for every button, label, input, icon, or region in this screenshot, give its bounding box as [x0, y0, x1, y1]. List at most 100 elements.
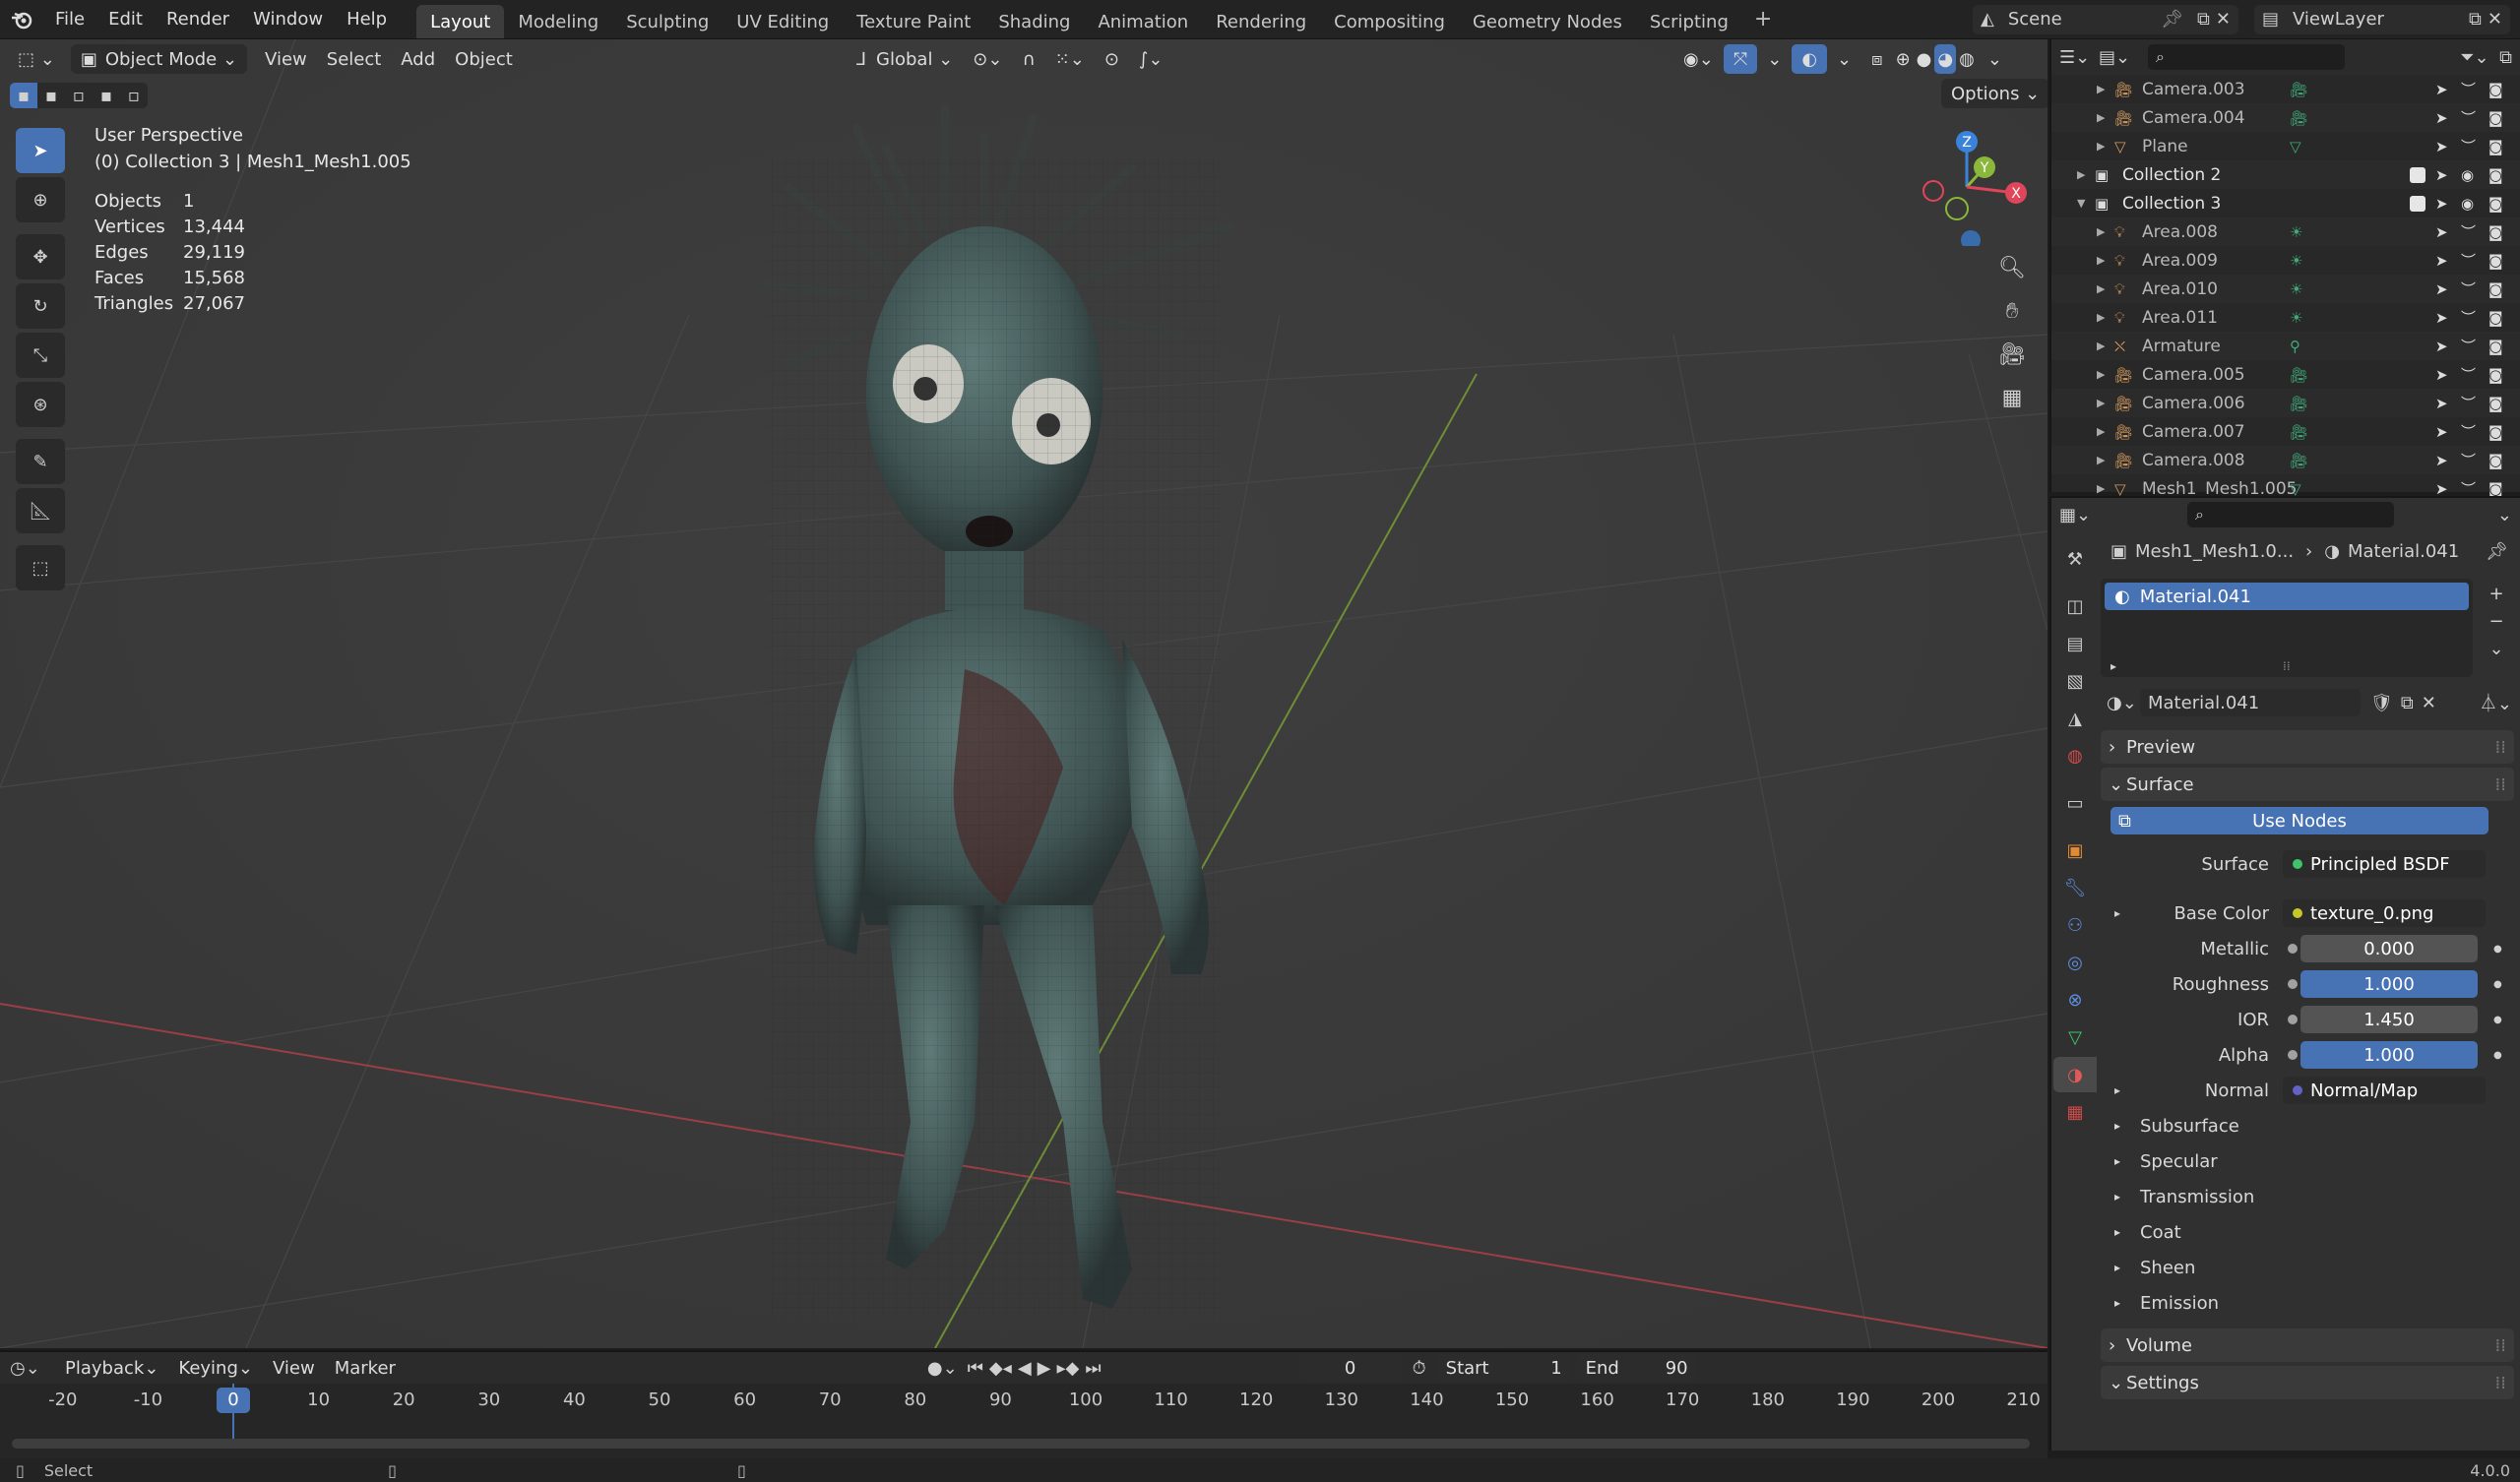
prev-keyframe-icon[interactable]: ◆◂ — [989, 1358, 1012, 1379]
use-nodes-button[interactable]: ⧉ Use Nodes — [2110, 807, 2488, 834]
current-frame-field[interactable]: 0 — [1297, 1354, 1403, 1382]
disclosure-collapsed-icon[interactable]: ▶ — [2097, 83, 2105, 95]
menu-file[interactable]: File — [43, 0, 96, 39]
keyframe-dot-icon[interactable]: ● — [2493, 1050, 2502, 1061]
overlay-toggle[interactable]: ◐ — [1792, 44, 1828, 74]
disclosure-collapsed-icon[interactable]: ▶ — [2097, 140, 2105, 153]
select-arrow-icon[interactable]: ➤ — [2435, 109, 2448, 127]
jump-end-icon[interactable]: ⏭ — [1085, 1358, 1101, 1379]
tool-tab[interactable]: ⚒ — [2053, 541, 2097, 577]
world-tab[interactable]: ◍ — [2053, 738, 2097, 773]
resize-handle-icon[interactable]: ⁞⁞ — [2283, 659, 2291, 673]
material-preview-button[interactable]: ◕ — [1934, 44, 1957, 74]
select-intersect-icon[interactable]: ▫ — [120, 86, 148, 106]
unlink-material-icon[interactable]: ✕ — [2422, 693, 2436, 713]
base-color-field[interactable]: texture_0.png — [2283, 899, 2486, 927]
subpanel-specular[interactable]: ▸ Specular — [2110, 1143, 2514, 1179]
select-arrow-icon[interactable]: ➤ — [2435, 395, 2448, 412]
select-arrow-icon[interactable]: ➤ — [2435, 338, 2448, 355]
wireframe-shading-button[interactable]: ⊕ — [1893, 44, 1914, 74]
timeline-menu-playback[interactable]: Playback ⌄ — [55, 1353, 168, 1383]
hide-eye-icon[interactable]: ︶ — [2461, 278, 2476, 299]
material-name-field[interactable]: Material.041 — [2140, 689, 2361, 716]
outliner-row[interactable]: ▶ 🎥︎ Camera.003 🎥︎ ➤ ︶ ◙ — [2051, 75, 2520, 103]
stopwatch-icon[interactable]: ⏱ — [1413, 1358, 1426, 1379]
overlay-dropdown[interactable]: ⌄ — [1827, 44, 1861, 74]
select-subtract-icon[interactable]: ▫ — [65, 86, 93, 106]
menu-render[interactable]: Render — [155, 0, 241, 39]
workspace-tab-layout[interactable]: Layout — [416, 5, 505, 38]
xray-toggle[interactable]: ⧈ — [1861, 44, 1892, 74]
volume-panel-header[interactable]: › Volume ⁞⁞ — [2101, 1328, 2514, 1362]
surface-panel-header[interactable]: ⌄ Surface ⁞⁞ — [2101, 768, 2514, 801]
render-camera-icon[interactable]: ◙ — [2488, 252, 2503, 270]
hide-eye-icon[interactable]: ︶ — [2461, 393, 2476, 413]
disclosure-collapsed-icon[interactable]: ▶ — [2097, 311, 2105, 324]
mesh-data-icon[interactable]: ▽ — [2290, 480, 2301, 498]
solid-shading-button[interactable]: ● — [1914, 44, 1935, 74]
playhead[interactable]: 0 — [217, 1388, 250, 1413]
hide-eye-icon[interactable]: ︶ — [2461, 364, 2476, 385]
expand-arrow-icon[interactable]: ▸ — [2114, 906, 2120, 920]
camera-data-icon[interactable]: 🎥︎ — [2290, 423, 2308, 441]
proportional-edit-toggle[interactable]: ⊙ — [1095, 44, 1129, 74]
roughness-slider[interactable]: 1.000 — [2300, 970, 2478, 998]
viewport-menu-object[interactable]: Object — [445, 44, 523, 74]
workspace-tab-shading[interactable]: Shading — [984, 5, 1084, 38]
timeline-editor-icon[interactable]: ◷⌄ — [10, 1358, 55, 1379]
editor-type-button[interactable]: ⬚ ⌄ — [8, 44, 65, 74]
workspace-tab-animation[interactable]: Animation — [1084, 5, 1202, 38]
navigation-gizmo[interactable]: Z Y X — [1906, 128, 2028, 250]
include-checkbox[interactable] — [2410, 166, 2426, 183]
subpanel-transmission[interactable]: ▸ Transmission — [2110, 1179, 2514, 1214]
duplicate-material-icon[interactable]: ⧉ — [2401, 693, 2414, 713]
timeline-menu-keying[interactable]: Keying ⌄ — [168, 1353, 263, 1383]
disclosure-collapsed-icon[interactable]: ▶ — [2097, 340, 2105, 352]
disclosure-expanded-icon[interactable]: ▼ — [2077, 197, 2085, 210]
workspace-tab-geometry-nodes[interactable]: Geometry Nodes — [1459, 5, 1636, 38]
move-tool[interactable]: ✥ — [16, 234, 65, 279]
remove-slot-button[interactable]: − — [2479, 611, 2514, 639]
keyframe-dot-icon[interactable]: ● — [2493, 944, 2502, 955]
output-tab[interactable]: ▤ — [2053, 626, 2097, 661]
blender-logo-icon[interactable] — [0, 10, 43, 30]
render-camera-icon[interactable]: ◙ — [2488, 452, 2503, 469]
hide-eye-icon[interactable]: ︶ — [2461, 307, 2476, 328]
light-data-icon[interactable]: ☀︎ — [2290, 252, 2302, 270]
properties-editor-icon[interactable]: ▦⌄ — [2059, 505, 2118, 525]
pin-icon[interactable]: 📌︎ — [2161, 9, 2183, 30]
outliner-row[interactable]: ▶ 💡︎ Area.011 ☀︎ ➤ ︶ ◙ — [2051, 303, 2520, 332]
zoom-icon[interactable]: 🔍︎ — [1992, 246, 2032, 289]
timeline-track[interactable]: -20 -10 10 20 30 40 50 60 70 80 90 100 110 120 130 140 1… — [0, 1384, 2048, 1458]
disclosure-collapsed-icon[interactable]: ▶ — [2097, 425, 2105, 438]
select-arrow-icon[interactable]: ➤ — [2435, 452, 2448, 469]
falloff-button[interactable]: ∫ ⌄ — [1129, 44, 1172, 74]
outliner-row[interactable]: ▶ 💡︎ Area.009 ☀︎ ➤ ︶ ◙ — [2051, 246, 2520, 275]
measure-tool[interactable]: 📐︎ — [16, 488, 65, 533]
ortho-grid-icon[interactable]: ▦ — [1992, 376, 2032, 419]
render-camera-icon[interactable]: ◙ — [2488, 423, 2503, 441]
add-cube-tool[interactable]: ⬚ — [16, 545, 65, 590]
play-reverse-icon[interactable]: ◀ — [1018, 1358, 1032, 1379]
armature-data-icon[interactable]: ⚲ — [2290, 338, 2300, 355]
settings-panel-header[interactable]: ⌄ Settings ⁞⁞ — [2101, 1366, 2514, 1399]
subpanel-subsurface[interactable]: ▸ Subsurface — [2110, 1108, 2514, 1143]
hide-eye-icon[interactable]: ◉ — [2461, 195, 2474, 213]
select-new-icon[interactable]: ▪ — [10, 83, 37, 108]
disclosure-collapsed-icon[interactable]: ▶ — [2077, 168, 2085, 181]
data-tab[interactable]: ▽ — [2053, 1019, 2097, 1055]
select-arrow-icon[interactable]: ➤ — [2435, 280, 2448, 298]
drag-handle-icon[interactable]: ⁞⁞ — [2495, 737, 2506, 758]
disclosure-collapsed-icon[interactable]: ▶ — [2097, 282, 2105, 295]
character-mesh[interactable] — [764, 104, 1234, 1319]
display-mode-icon[interactable]: ▤⌄ — [2099, 47, 2148, 68]
snap-toggle[interactable]: ∩ — [1012, 44, 1044, 74]
render-camera-icon[interactable]: ◙ — [2488, 395, 2503, 412]
pan-hand-icon[interactable]: ✋︎ — [1992, 289, 2032, 333]
camera-data-icon[interactable]: 🎥︎ — [2290, 366, 2308, 384]
camera-data-icon[interactable]: 🎥︎ — [2290, 395, 2308, 412]
hide-eye-icon[interactable]: ◉ — [2461, 166, 2474, 184]
outliner-search-field[interactable]: ⌕ — [2148, 44, 2345, 70]
hide-eye-icon[interactable]: ︶ — [2461, 450, 2476, 470]
material-slot-list[interactable]: ◐ Material.041 ▸ ⁞⁞ — [2101, 579, 2474, 677]
